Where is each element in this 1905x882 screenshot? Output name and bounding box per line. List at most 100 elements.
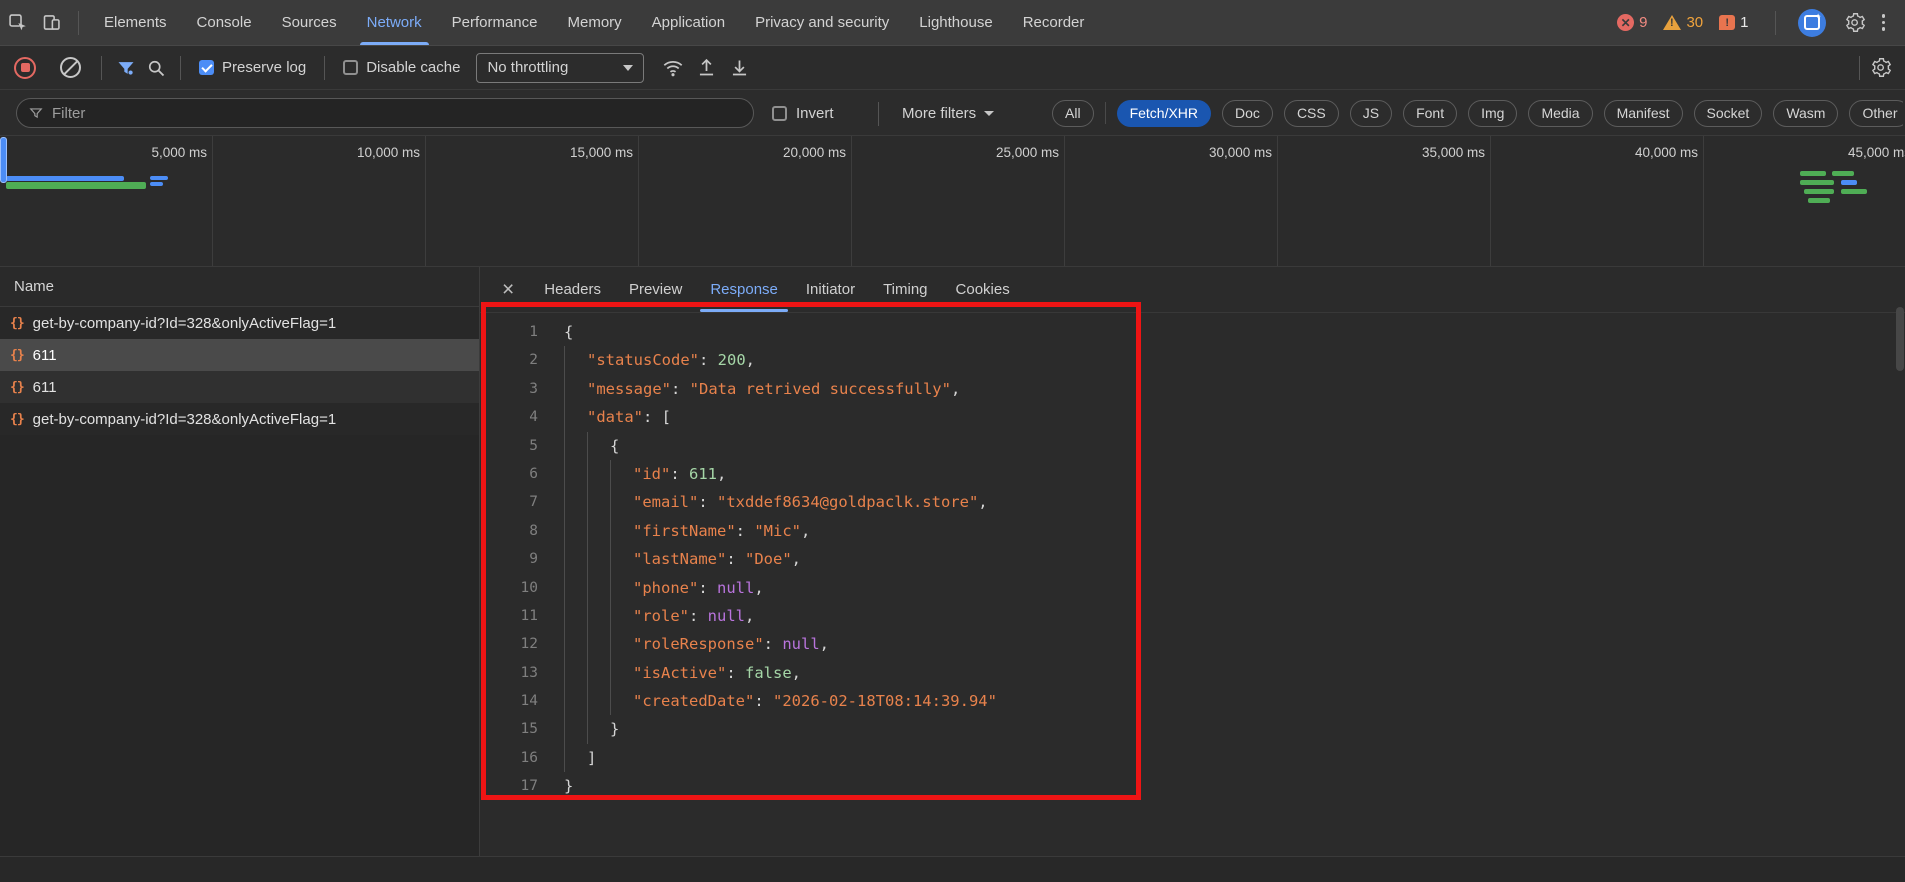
- line-number: 13: [520, 664, 538, 681]
- details-tab-initiator[interactable]: Initiator: [792, 267, 869, 312]
- disable-cache-checkbox[interactable]: [343, 60, 359, 75]
- details-tab-preview[interactable]: Preview: [615, 267, 696, 312]
- details-tab-headers[interactable]: Headers: [530, 267, 615, 312]
- json-token: :: [754, 692, 773, 711]
- network-overview-timeline[interactable]: 5,000 ms 10,000 ms 15,000 ms 20,000 ms 25,00…: [0, 136, 1905, 267]
- request-row[interactable]: {} 611: [0, 371, 479, 403]
- waterfall-bar: [6, 182, 146, 189]
- response-line: 5{: [480, 431, 1895, 460]
- indent-guide: [587, 630, 610, 659]
- more-options-icon[interactable]: [1881, 14, 1885, 31]
- line-number: 5: [529, 437, 538, 454]
- json-token: :: [643, 408, 662, 427]
- network-main-area: Name {} get-by-company-id?Id=328&onlyActi…: [0, 267, 1905, 856]
- filter-type-font[interactable]: Font: [1403, 99, 1458, 127]
- import-har-icon[interactable]: [696, 57, 717, 78]
- line-number: 8: [529, 522, 538, 539]
- json-token: ,: [745, 351, 755, 370]
- close-details-icon[interactable]: ×: [480, 279, 530, 300]
- network-conditions-icon[interactable]: [662, 57, 684, 79]
- filter-type-all[interactable]: All: [1052, 99, 1094, 127]
- json-file-icon: {}: [10, 315, 25, 331]
- invert-checkbox[interactable]: [772, 105, 787, 121]
- response-line: 12 "roleResponse": null,: [480, 630, 1895, 659]
- filter-type-js[interactable]: JS: [1349, 99, 1393, 127]
- clear-network-log-button[interactable]: [60, 57, 81, 78]
- response-line: 7 "email": "txddef8634@goldpaclk.store",: [480, 488, 1895, 517]
- details-tab-cookies[interactable]: Cookies: [942, 267, 1024, 312]
- json-token: 611: [689, 464, 717, 483]
- response-line: 17}: [480, 772, 1895, 800]
- line-number: 2: [529, 352, 538, 369]
- device-toolbar-icon[interactable]: [34, 6, 68, 40]
- devtools-tab-application[interactable]: Application: [637, 0, 740, 45]
- indent-guide: [564, 658, 587, 688]
- error-badge[interactable]: ✕ 9: [1617, 14, 1647, 31]
- filter-type-wasm[interactable]: Wasm: [1773, 99, 1839, 127]
- response-body-viewer[interactable]: 1{2 "statusCode": 200, 3 "message": "Data r…: [480, 313, 1895, 856]
- warning-badge[interactable]: 30: [1663, 14, 1703, 31]
- devtools-tab-network[interactable]: Network: [352, 0, 437, 45]
- json-token: ,: [754, 578, 764, 597]
- preserve-log-checkbox[interactable]: [199, 60, 214, 75]
- overview-selection-handle[interactable]: [0, 137, 7, 183]
- throttling-value: No throttling: [487, 59, 569, 76]
- network-settings-gear-icon[interactable]: [1870, 57, 1891, 78]
- settings-gear-icon[interactable]: [1838, 6, 1872, 40]
- record-network-log-button[interactable]: [14, 56, 36, 79]
- devtools-tab-memory[interactable]: Memory: [553, 0, 637, 45]
- devtools-tab-recorder[interactable]: Recorder: [1008, 0, 1100, 45]
- json-token: :: [698, 578, 717, 597]
- filter-type-manifest[interactable]: Manifest: [1603, 99, 1683, 127]
- details-tab-response[interactable]: Response: [696, 267, 792, 312]
- json-token: ,: [791, 663, 802, 682]
- details-tab-timing[interactable]: Timing: [869, 267, 941, 312]
- more-filters-label: More filters: [902, 104, 977, 122]
- filter-type-media[interactable]: Media: [1528, 99, 1593, 127]
- filter-funnel-icon[interactable]: [116, 58, 136, 78]
- request-row[interactable]: {} get-by-company-id?Id=328&onlyActiveFla…: [0, 403, 479, 435]
- json-token: :: [670, 464, 689, 483]
- search-icon[interactable]: [146, 58, 166, 78]
- line-number: 7: [529, 494, 538, 511]
- devtools-tab-sources[interactable]: Sources: [267, 0, 352, 45]
- timeline-tick: 30,000 ms: [1065, 136, 1278, 266]
- preserve-log-label: Preserve log: [222, 59, 307, 76]
- devtools-tab-console[interactable]: Console: [182, 0, 267, 45]
- json-token: ,: [950, 379, 961, 398]
- filter-type-fetch-xhr[interactable]: Fetch/XHR: [1116, 99, 1212, 127]
- indent-guide: [610, 687, 633, 716]
- throttling-dropdown[interactable]: No throttling: [476, 52, 645, 83]
- devtools-tab-elements[interactable]: Elements: [89, 0, 182, 45]
- json-token: ,: [745, 606, 755, 625]
- inspect-element-icon[interactable]: [0, 6, 34, 40]
- filter-type-css[interactable]: CSS: [1283, 99, 1339, 127]
- issues-badge[interactable]: ! 1: [1719, 14, 1749, 31]
- line-number: 6: [529, 465, 538, 482]
- details-scrollbar[interactable]: [1896, 307, 1904, 371]
- response-line: 10 "phone": null,: [480, 573, 1895, 602]
- filter-type-doc[interactable]: Doc: [1222, 99, 1273, 127]
- json-token: ,: [978, 493, 988, 512]
- request-list: {} get-by-company-id?Id=328&onlyActiveFla…: [0, 307, 479, 435]
- filter-input[interactable]: Filter: [16, 98, 754, 128]
- sparkle-icon: ✦: [1814, 11, 1822, 21]
- waterfall-bar: [1800, 171, 1826, 176]
- devtools-tab-lighthouse[interactable]: Lighthouse: [904, 0, 1007, 45]
- invert-label: Invert: [796, 104, 834, 122]
- indent-guide: [587, 601, 610, 631]
- request-row[interactable]: {} 611: [0, 339, 479, 371]
- json-token: :: [671, 379, 690, 398]
- devtools-tab-performance[interactable]: Performance: [437, 0, 553, 45]
- filter-type-img[interactable]: Img: [1468, 99, 1518, 127]
- request-row[interactable]: {} get-by-company-id?Id=328&onlyActiveFla…: [0, 307, 479, 339]
- filter-type-other[interactable]: Other: [1849, 99, 1903, 127]
- indent-guide: [587, 431, 610, 460]
- filter-type-socket[interactable]: Socket: [1693, 99, 1763, 127]
- export-har-icon[interactable]: [729, 57, 750, 78]
- more-filters-button[interactable]: More filters: [902, 90, 995, 136]
- devtools-tab-privacy-and-security[interactable]: Privacy and security: [740, 0, 904, 45]
- name-column-header[interactable]: Name: [0, 267, 479, 307]
- ai-assistant-icon[interactable]: ✦: [1797, 8, 1826, 37]
- json-token: {: [564, 323, 574, 341]
